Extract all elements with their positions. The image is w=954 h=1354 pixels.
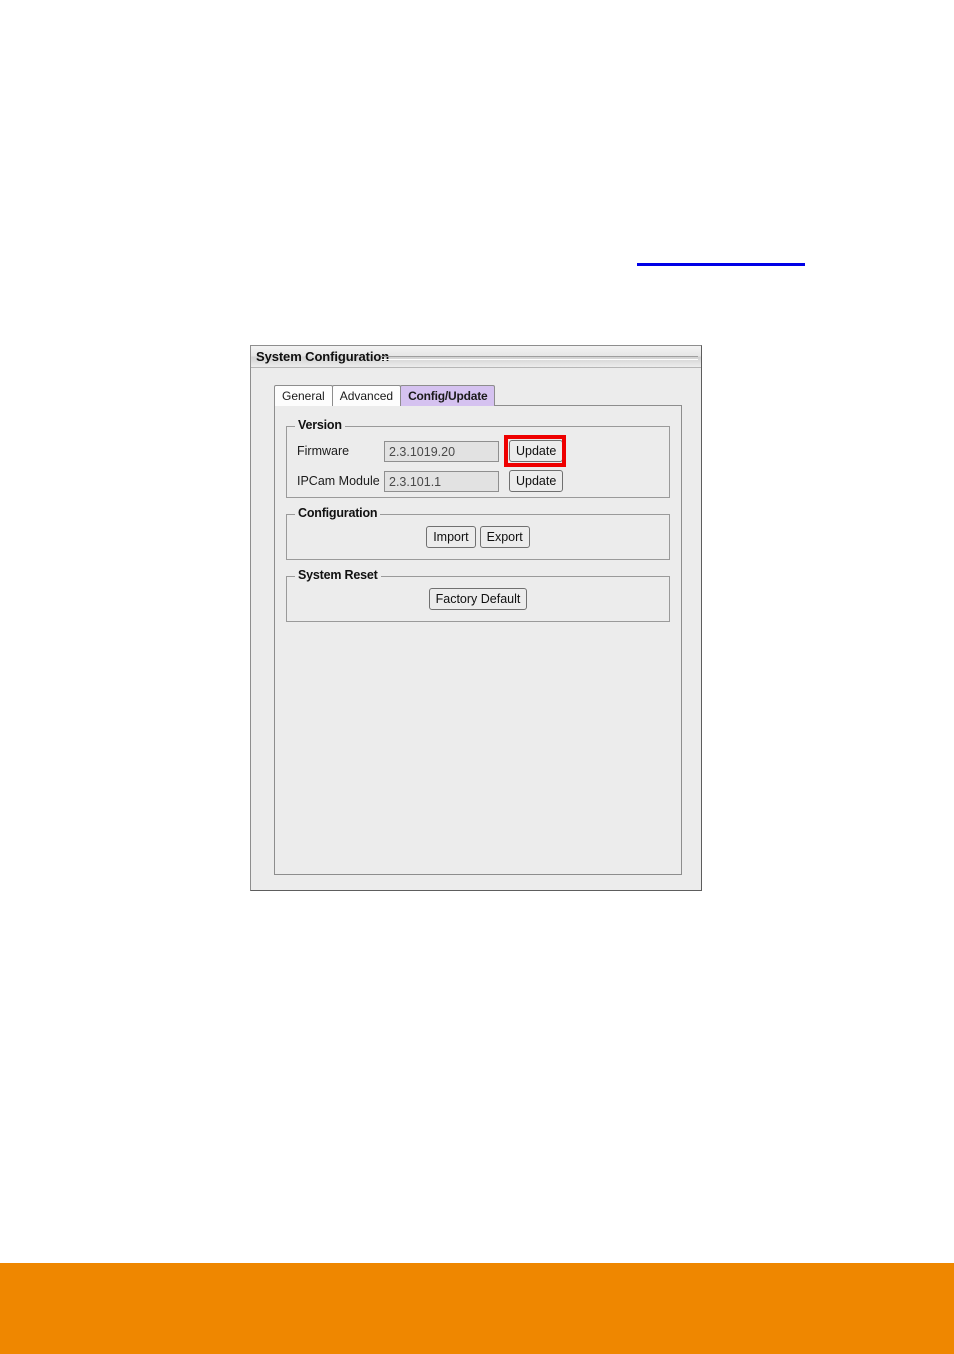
firmware-version-value: 2.3.1019.20	[384, 440, 499, 462]
dialog-titlebar: System Configuration	[251, 346, 701, 368]
ipcam-module-version-value: 2.3.101.1	[384, 470, 499, 492]
document-hyperlink[interactable]	[637, 252, 805, 266]
tab-general[interactable]: General	[274, 385, 333, 406]
tab-strip: General Advanced Config/Update	[274, 384, 682, 406]
ipcam-module-row: IPCam Module 2.3.101.1 Update	[287, 470, 669, 492]
firmware-label: Firmware	[297, 444, 350, 458]
system-reset-button-row: Factory Default	[287, 588, 669, 610]
configuration-group-title: Configuration	[295, 506, 381, 520]
system-configuration-dialog: System Configuration General Advanced Co…	[250, 345, 702, 891]
factory-default-button[interactable]: Factory Default	[428, 588, 528, 610]
titlebar-divider	[381, 356, 698, 360]
footer-band	[0, 1263, 954, 1354]
tab-advanced[interactable]: Advanced	[331, 385, 402, 406]
firmware-row: Firmware 2.3.1019.20 Update	[287, 435, 669, 467]
config-update-panel: Version Firmware 2.3.1019.20 Update IPCa…	[274, 405, 682, 875]
version-group-title: Version	[295, 418, 345, 432]
tab-config-update[interactable]: Config/Update	[400, 385, 496, 406]
ipcam-module-label: IPCam Module	[297, 474, 380, 488]
configuration-group: Configuration Import Export	[286, 506, 670, 560]
export-button[interactable]: Export	[479, 526, 530, 548]
dialog-title: System Configuration	[256, 349, 390, 364]
ipcam-module-update-button[interactable]: Update	[509, 470, 564, 492]
hyperlink-underline	[637, 263, 805, 266]
version-group: Version Firmware 2.3.1019.20 Update IPCa…	[286, 418, 670, 498]
configuration-button-row: Import Export	[287, 526, 669, 548]
tab-area: General Advanced Config/Update Version F…	[274, 384, 682, 876]
import-button[interactable]: Import	[426, 526, 476, 548]
system-reset-group-title: System Reset	[295, 568, 381, 582]
system-reset-group: System Reset Factory Default	[286, 568, 670, 622]
firmware-update-button[interactable]: Update	[509, 440, 564, 462]
